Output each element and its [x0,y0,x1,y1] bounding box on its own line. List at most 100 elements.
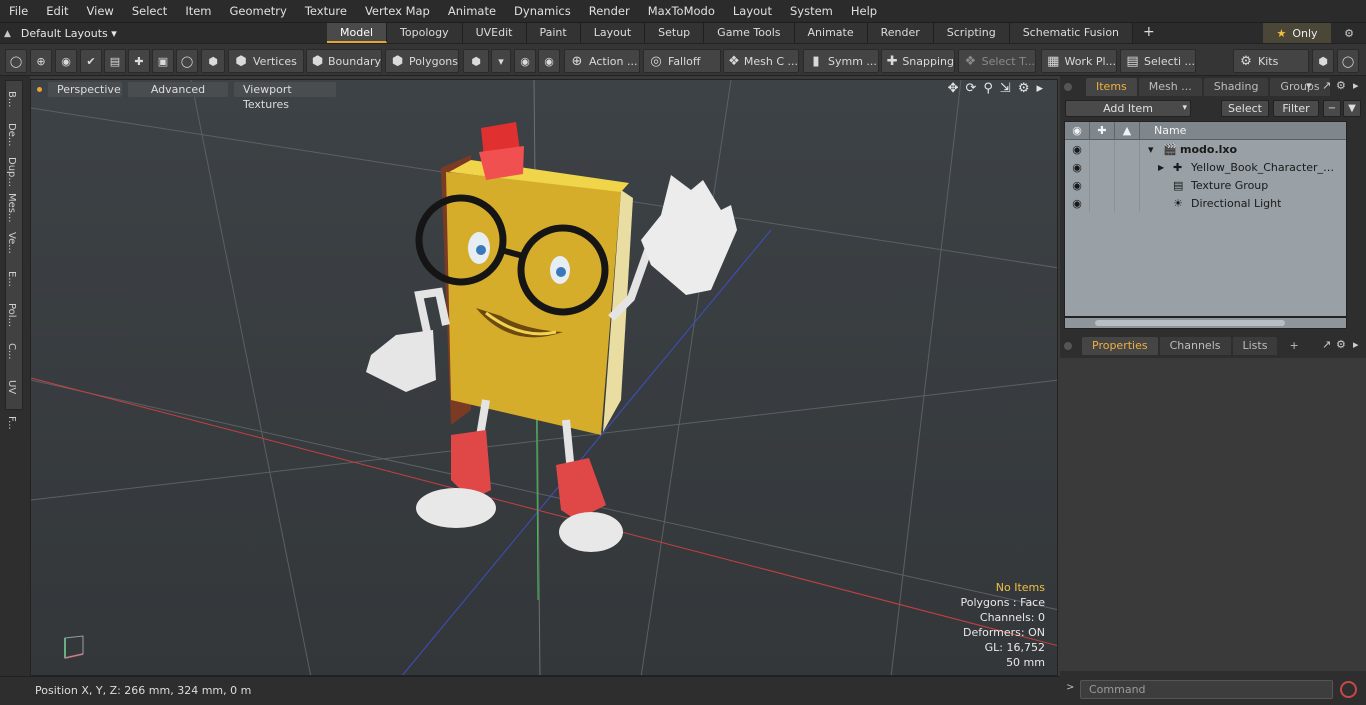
menu-layout[interactable]: Layout [724,0,781,22]
viewport-expand-icon[interactable]: ▸ [1036,81,1043,96]
selection-sets-button[interactable]: ▤ Selecti ... [1120,49,1196,73]
tree-row[interactable]: ◉ ☀ Directional Light [1065,194,1346,212]
tree-row[interactable]: ◉ ▾ 🎬 modo.lxo [1065,140,1346,158]
transform-icon[interactable]: ✚ [128,49,150,73]
panel-gear-icon[interactable]: ⚙ [1336,338,1346,351]
side-tab-mesh-edit[interactable]: Mes... [6,189,17,225]
sphere-icon[interactable]: ◉ [514,49,536,73]
menu-help[interactable]: Help [842,0,886,22]
work-plane-button[interactable]: ▦ Work Pl... [1041,49,1117,73]
eye-icon[interactable]: ◉ [1065,194,1090,212]
panel-tabs-chevron-icon[interactable]: ▾ [1306,79,1312,92]
default-layouts-dropdown[interactable]: Default Layouts ▾ [21,27,117,40]
eye-icon[interactable]: ◉ [1065,140,1090,158]
tab-model[interactable]: Model [327,23,388,43]
layout-collapse-icon[interactable]: ▲ [4,29,11,39]
add-tab-icon[interactable]: + [1133,23,1165,44]
vertices-button[interactable]: ⬢ Vertices [228,49,304,73]
tab-mesh[interactable]: Mesh ... [1138,78,1202,96]
pan-icon[interactable]: ✥ [948,81,959,96]
gear-icon[interactable]: ⚙ [1338,23,1360,44]
kits-button[interactable]: ⚙ Kits [1233,49,1309,73]
add-panel-tab-icon[interactable]: + [1279,337,1308,355]
menu-edit[interactable]: Edit [37,0,77,22]
unity-icon[interactable]: ⬢ [1312,49,1334,73]
tab-scripting[interactable]: Scripting [933,23,1010,43]
circle-select-icon[interactable]: ◯ [5,49,27,73]
cube-icon[interactable]: ⬢ [201,49,225,73]
funnel-icon[interactable]: ▼ [1343,100,1361,117]
rotate-icon[interactable]: ◯ [176,49,198,73]
tab-properties[interactable]: Properties [1082,337,1158,355]
select-through-button[interactable]: ❖ Select T... [958,49,1036,73]
command-input[interactable]: Command [1080,680,1333,699]
fit-icon[interactable]: ⇲ [1000,81,1011,96]
menu-file[interactable]: File [0,0,37,22]
side-tab-vertex[interactable]: Ve... [6,225,17,261]
advanced-shading-dropdown[interactable]: Advanced [128,81,228,97]
3d-viewport[interactable]: Perspective Advanced Viewport Textures ✥… [30,79,1058,676]
tab-schematic-fusion[interactable]: Schematic Fusion [1009,23,1134,43]
tab-uvedit[interactable]: UVEdit [462,23,527,43]
menu-texture[interactable]: Texture [296,0,356,22]
tab-topology[interactable]: Topology [387,23,463,43]
tab-lists[interactable]: Lists [1232,337,1278,355]
visibility-header-icon[interactable]: ◉ [1065,121,1090,140]
sphere-alt-icon[interactable]: ◉ [538,49,560,73]
scale-icon[interactable]: ▣ [152,49,174,73]
panel-popout-icon[interactable]: ↗ [1322,338,1331,351]
pen-icon[interactable]: ◉ [55,49,77,73]
side-tab-basic[interactable]: B... [6,81,17,117]
menu-geometry[interactable]: Geometry [221,0,296,22]
tab-channels[interactable]: Channels [1159,337,1231,355]
tree-row[interactable]: ◉ ▤ Texture Group [1065,176,1346,194]
command-history-chevron-icon[interactable]: > [1066,682,1074,693]
menu-item[interactable]: Item [176,0,220,22]
tab-game-tools[interactable]: Game Tools [704,23,795,43]
action-center-button[interactable]: ⊕ Action ... [564,49,640,73]
symmetry-button[interactable]: ▮ Symm ... [803,49,879,73]
item-mode-icon[interactable]: ⬢ [463,49,489,73]
add-item-button[interactable]: Add Item ▾ [1065,100,1191,117]
viewport-gear-icon[interactable]: ⚙ [1018,81,1030,96]
side-tab-deform[interactable]: De... [6,117,17,153]
side-tab-polygon[interactable]: Pol... [6,297,17,333]
tab-groups[interactable]: Groups [1270,78,1330,96]
tab-layout[interactable]: Layout [580,23,646,43]
side-tab-duplicate[interactable]: Dup... [6,153,17,189]
unreal-icon[interactable]: ◯ [1337,49,1359,73]
menu-view[interactable]: View [78,0,123,22]
name-column-header[interactable]: Name [1140,124,1186,137]
brush-icon[interactable]: ✔ [80,49,102,73]
menu-animate[interactable]: Animate [439,0,505,22]
lock-header-icon[interactable]: ✚ [1090,121,1115,140]
expand-arrow-icon[interactable]: ▾ [1148,143,1154,156]
panel-expand-icon[interactable]: ▸ [1353,338,1359,351]
panel-popout-icon[interactable]: ↗ [1322,79,1331,92]
side-tab-edge[interactable]: E... [6,261,17,297]
tree-horizontal-scrollbar[interactable] [1064,317,1347,329]
viewport-textures-dropdown[interactable]: Viewport Textures [234,81,336,111]
menu-select[interactable]: Select [123,0,176,22]
render-header-icon[interactable]: ▲ [1115,121,1140,140]
tab-paint[interactable]: Paint [526,23,581,43]
side-tab-curve[interactable]: C... [6,333,17,369]
panel-expand-icon[interactable]: ▸ [1353,79,1359,92]
record-icon[interactable] [1340,681,1357,698]
tab-animate[interactable]: Animate [794,23,868,43]
menu-vertex-map[interactable]: Vertex Map [356,0,439,22]
tree-row[interactable]: ◉ ▶ ✚ Yellow_Book_Character_Wavi... [1065,158,1346,176]
tab-render[interactable]: Render [867,23,934,43]
expand-arrow-icon[interactable]: ▶ [1158,163,1164,172]
falloff-button[interactable]: ◎ Falloff [643,49,721,73]
panel-menu-icon[interactable] [1064,83,1072,91]
align-icon[interactable]: ▤ [104,49,126,73]
menu-system[interactable]: System [781,0,842,22]
tab-items[interactable]: Items [1086,78,1137,96]
menu-maxtomodo[interactable]: MaxToModo [639,0,724,22]
panel-gear-icon[interactable]: ⚙ [1336,79,1346,92]
panel-menu-icon[interactable] [1064,342,1072,350]
perspective-dropdown[interactable]: Perspective [48,81,122,97]
scrollbar-thumb[interactable] [1095,320,1285,326]
side-tab-uv[interactable]: UV [6,369,17,405]
